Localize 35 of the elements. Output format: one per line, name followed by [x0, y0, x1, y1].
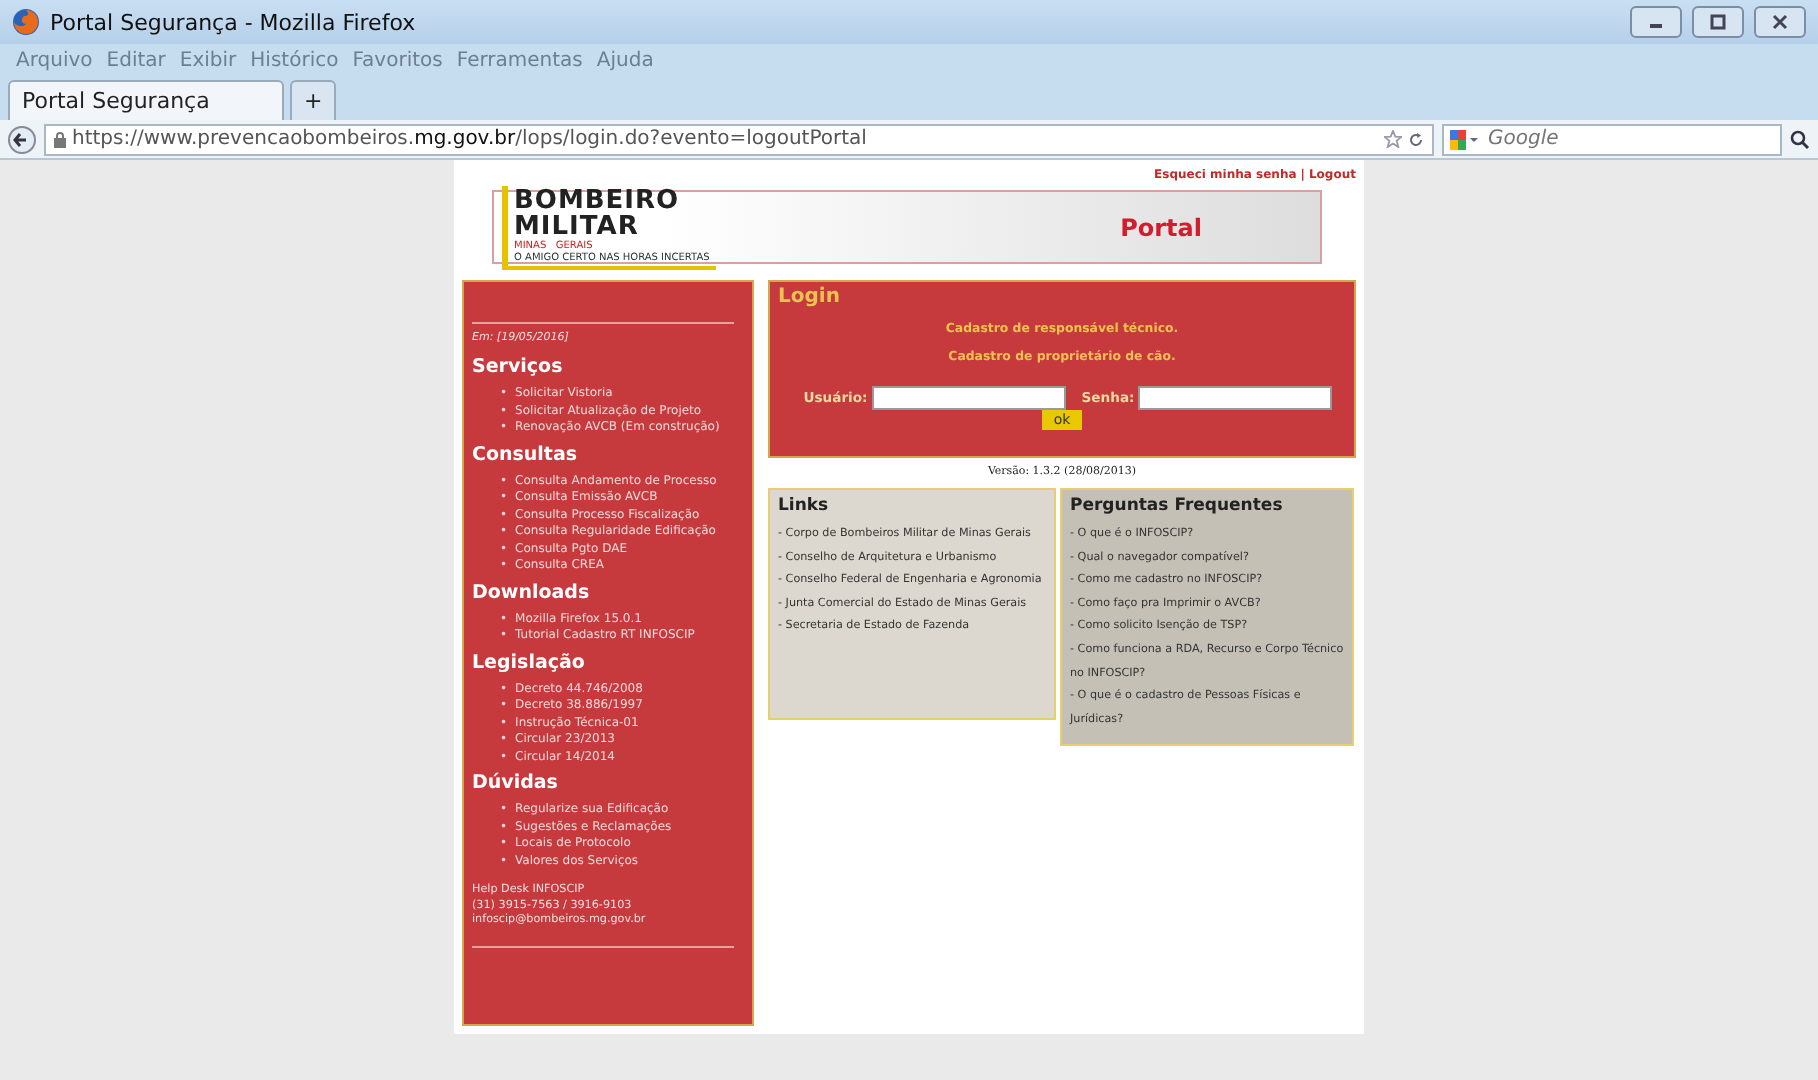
star-icon[interactable] — [1384, 130, 1402, 148]
search-engine-icon[interactable] — [1450, 129, 1478, 149]
close-button[interactable] — [1754, 6, 1806, 38]
section-title: Serviços — [472, 356, 565, 378]
login-title: Login — [778, 286, 840, 308]
password-field[interactable] — [1138, 386, 1333, 410]
menu-item[interactable]: Arquivo — [16, 49, 93, 71]
user-field[interactable] — [871, 386, 1066, 410]
faq-title: Perguntas Frequentes — [1070, 496, 1285, 516]
menu-item[interactable]: Ajuda — [596, 49, 654, 71]
menu-item[interactable]: Ferramentas — [456, 49, 583, 71]
search-bar[interactable]: Google — [1442, 123, 1782, 155]
portal-title: Portal — [1120, 213, 1202, 241]
menu-item[interactable]: Editar — [106, 49, 166, 71]
menu-item[interactable]: Favoritos — [352, 49, 443, 71]
menu-item[interactable]: Histórico — [250, 49, 339, 71]
lock-icon — [54, 131, 66, 147]
section-title: Dúvidas — [472, 772, 560, 794]
browser-tab[interactable]: + — [290, 80, 337, 120]
window-title: Portal Segurança - Mozilla Firefox — [50, 9, 416, 35]
reload-icon[interactable] — [1408, 131, 1424, 147]
minimize-button[interactable] — [1630, 6, 1682, 38]
back-icon[interactable] — [8, 125, 36, 153]
menu-item[interactable]: Exibir — [179, 49, 237, 71]
search-icon[interactable] — [1790, 129, 1810, 149]
maximize-icon — [1710, 14, 1726, 30]
section-title: Downloads — [472, 581, 592, 603]
links-title: Links — [778, 496, 831, 516]
section-title: Consultas — [472, 443, 580, 465]
close-icon — [1772, 14, 1788, 30]
address-field[interactable]: https://www.prevencaobombeiros.mg.gov.br/lops/login.do?evento=logoutPortal — [44, 123, 1434, 155]
maximize-button[interactable] — [1692, 6, 1744, 38]
browser-logo-icon — [12, 8, 40, 36]
browser-tab[interactable]: Portal Segurança — [8, 80, 284, 120]
section-title: Legislação — [472, 651, 587, 673]
